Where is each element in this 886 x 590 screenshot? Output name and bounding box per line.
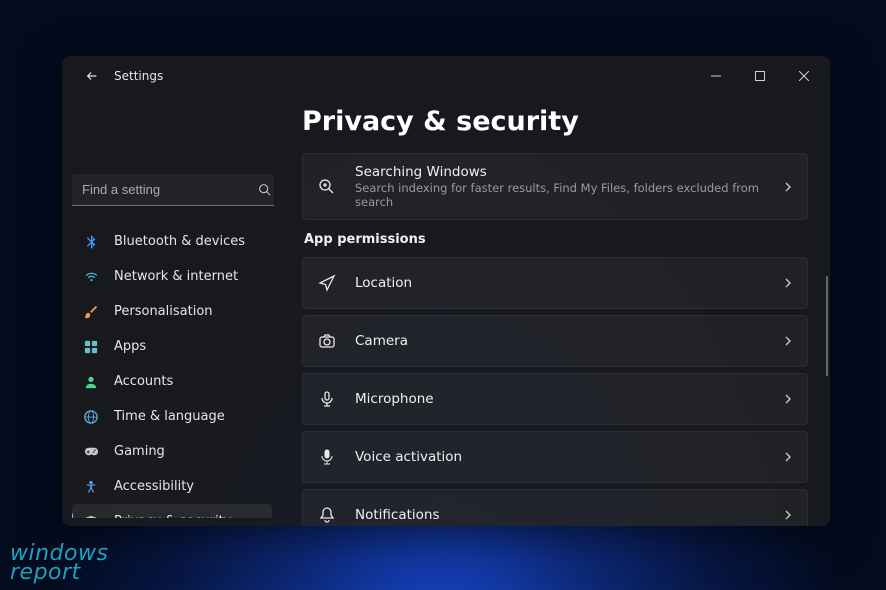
shield-icon [82,513,100,519]
chevron-right-icon [783,278,793,288]
globe-clock-icon [82,408,100,426]
sidebar-item-network[interactable]: Network & internet [72,259,272,294]
watermark-line2: report [10,563,108,584]
chevron-right-icon [783,394,793,404]
back-button[interactable] [78,62,106,90]
main-scrollbar[interactable] [826,276,828,376]
gamepad-icon [82,443,100,461]
card-subtitle: Search indexing for faster results, Find… [355,181,783,209]
person-icon [82,373,100,391]
chevron-right-icon [783,182,793,192]
sidebar-item-accessibility[interactable]: Accessibility [72,469,272,504]
sidebar-item-time[interactable]: Time & language [72,399,272,434]
card-notifications[interactable]: Notifications [302,489,808,526]
sidebar-item-label: Network & internet [114,269,238,284]
search-settings-icon [317,177,337,197]
card-title: Camera [355,333,783,349]
card-voice-activation[interactable]: Voice activation [302,431,808,483]
paintbrush-icon [82,303,100,321]
sidebar-item-label: Accessibility [114,479,194,494]
voice-icon [317,447,337,467]
sidebar-item-label: Privacy & security [114,514,231,518]
window-controls [694,56,826,96]
wifi-icon [82,268,100,286]
sidebar-item-label: Personalisation [114,304,213,319]
card-title: Microphone [355,391,783,407]
card-title: Location [355,275,783,291]
maximize-button[interactable] [738,56,782,96]
watermark: windows report [10,544,108,584]
microphone-icon [317,389,337,409]
sidebar-item-label: Accounts [114,374,173,389]
sidebar-item-accounts[interactable]: Accounts [72,364,272,399]
sidebar-item-label: Apps [114,339,146,354]
card-location[interactable]: Location [302,257,808,309]
sidebar: Bluetooth & devices Network & internet P… [62,96,284,526]
bell-icon [317,505,337,525]
page-title: Privacy & security [302,106,808,137]
main-content: Privacy & security Searching Windows Sea… [284,96,830,526]
chevron-right-icon [783,336,793,346]
sidebar-item-label: Gaming [114,444,165,459]
section-header-app-permissions: App permissions [304,232,808,247]
search-box[interactable] [72,174,274,206]
sidebar-item-label: Time & language [114,409,225,424]
sidebar-item-label: Bluetooth & devices [114,234,245,249]
location-icon [317,273,337,293]
card-title: Voice activation [355,449,783,465]
camera-icon [317,331,337,351]
sidebar-item-privacy[interactable]: Privacy & security [72,504,272,518]
card-title: Notifications [355,507,783,523]
window-title: Settings [114,69,163,83]
card-title: Searching Windows [355,164,783,180]
sidebar-item-bluetooth[interactable]: Bluetooth & devices [72,224,272,259]
settings-window: Settings [62,56,830,526]
bluetooth-icon [82,233,100,251]
chevron-right-icon [783,452,793,462]
card-searching-windows[interactable]: Searching Windows Search indexing for fa… [302,153,808,220]
chevron-right-icon [783,510,793,520]
sidebar-item-gaming[interactable]: Gaming [72,434,272,469]
titlebar: Settings [62,56,830,96]
card-camera[interactable]: Camera [302,315,808,367]
apps-icon [82,338,100,356]
sidebar-item-apps[interactable]: Apps [72,329,272,364]
card-microphone[interactable]: Microphone [302,373,808,425]
minimize-button[interactable] [694,56,738,96]
accessibility-icon [82,478,100,496]
sidebar-item-personalisation[interactable]: Personalisation [72,294,272,329]
search-input[interactable] [82,182,258,197]
sidebar-nav: Bluetooth & devices Network & internet P… [72,224,274,518]
search-icon [258,183,271,196]
close-button[interactable] [782,56,826,96]
